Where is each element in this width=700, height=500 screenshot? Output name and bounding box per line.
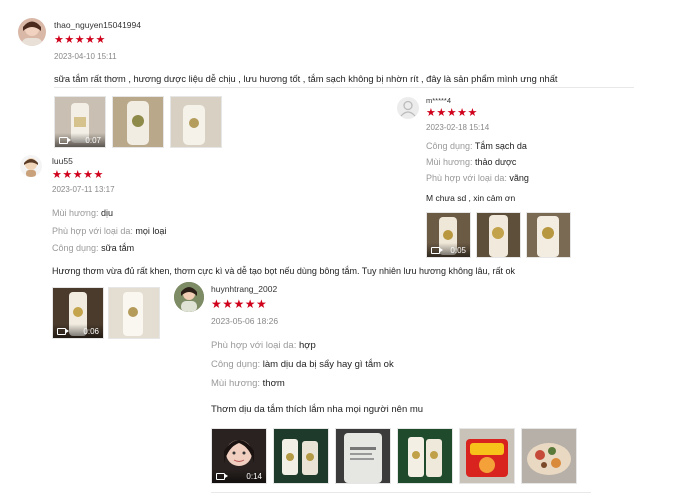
review-image-thumbnail[interactable] <box>476 212 521 258</box>
review-image-thumbnail[interactable] <box>112 96 164 148</box>
divider <box>54 87 634 88</box>
rating-stars: ★★★★★ <box>211 297 268 311</box>
review-text: Hương thơm vừa đủ rất khen, thơm cực kì … <box>52 266 515 276</box>
review-text: Thơm dịu da tắm thích lắm nha mọi người … <box>211 404 424 415</box>
rating-stars: ★★★★★ <box>426 107 478 119</box>
review-text: M chưa sd , xin cảm ơn <box>426 193 516 203</box>
review-attribute: Phù hợp với loại da: mọi loại <box>52 226 167 236</box>
rating-stars: ★★★★★ <box>54 34 106 46</box>
review-image-thumbnail[interactable] <box>521 428 577 484</box>
review-video-thumbnail[interactable]: 0:06 <box>52 287 104 339</box>
review-date: 2023-04-10 15:11 <box>54 52 117 61</box>
review-image-thumbnail[interactable] <box>273 428 329 484</box>
video-duration: 0:05 <box>450 246 466 255</box>
video-camera-icon <box>216 473 228 480</box>
reviewer-username[interactable]: m*****4 <box>426 96 451 105</box>
review-attribute: Phù hợp với loại da: vãng <box>426 173 529 183</box>
rating-stars: ★★★★★ <box>52 169 104 181</box>
avatar[interactable] <box>20 155 42 177</box>
video-duration: 0:06 <box>83 327 99 336</box>
video-camera-icon <box>431 247 443 254</box>
review-attribute: Công dụng: Tắm sạch da <box>426 141 527 151</box>
video-duration: 0:07 <box>85 136 101 145</box>
review-image-thumbnail[interactable] <box>526 212 571 258</box>
avatar[interactable] <box>18 18 46 46</box>
review-attribute: Công dụng: sữa tắm <box>52 243 135 253</box>
video-camera-icon <box>59 137 71 144</box>
review-attribute: Mùi hương: dịu <box>52 208 113 218</box>
avatar[interactable] <box>397 97 419 119</box>
review-date: 2023-05-06 18:26 <box>211 316 279 326</box>
review-video-thumbnail[interactable]: 0:05 <box>426 212 471 258</box>
review-image-thumbnail[interactable] <box>170 96 222 148</box>
review-attribute: Công dụng: làm dịu da bị sẩy hay gì tắm … <box>211 359 394 370</box>
review-image-thumbnail[interactable] <box>108 287 160 339</box>
review-date: 2023-07-11 13:17 <box>52 185 115 194</box>
reviewer-username[interactable]: huynhtrang_2002 <box>211 284 277 294</box>
review-attribute: Phù hợp với loại da: hợp <box>211 340 316 351</box>
avatar[interactable] <box>174 282 204 312</box>
video-camera-icon <box>57 328 69 335</box>
review-date: 2023-02-18 15:14 <box>426 123 490 132</box>
review-video-thumbnail[interactable]: 0:14 <box>211 428 267 484</box>
divider <box>211 492 591 493</box>
video-duration: 0:14 <box>246 472 262 481</box>
review-text: sữa tắm rất thơm , hương dược liệu dễ ch… <box>54 74 558 84</box>
reviewer-username[interactable]: luu55 <box>52 156 73 166</box>
review-image-thumbnail[interactable] <box>335 428 391 484</box>
reviewer-username[interactable]: thao_nguyen15041994 <box>54 20 141 30</box>
review-image-thumbnail[interactable] <box>459 428 515 484</box>
review-attribute: Mùi hương: thơm <box>211 378 285 389</box>
review-image-thumbnail[interactable] <box>397 428 453 484</box>
review-video-thumbnail[interactable]: 0:07 <box>54 96 106 148</box>
review-attribute: Mùi hương: thảo dược <box>426 157 517 167</box>
